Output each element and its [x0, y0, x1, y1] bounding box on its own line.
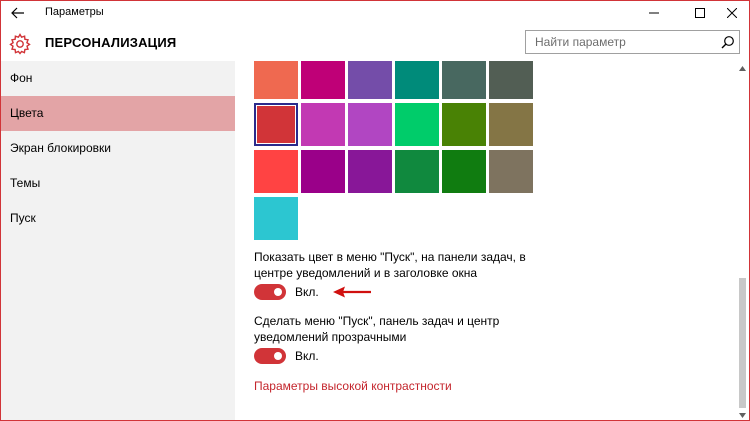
- color-swatch[interactable]: [489, 61, 533, 99]
- transparency-toggle-label: Вкл.: [295, 349, 319, 363]
- color-swatch[interactable]: [254, 197, 298, 240]
- colors-content: Показать цвет в меню "Пуск", на панели з…: [235, 61, 749, 420]
- page-header: ПЕРСОНАЛИЗАЦИЯ: [1, 25, 749, 61]
- page-title: ПЕРСОНАЛИЗАЦИЯ: [45, 35, 177, 50]
- maximize-button[interactable]: [683, 1, 717, 25]
- scroll-down-button[interactable]: [736, 408, 749, 420]
- minimize-icon: [649, 12, 659, 14]
- color-swatch[interactable]: [395, 61, 439, 99]
- color-swatch[interactable]: [301, 150, 345, 193]
- show-color-toggle[interactable]: [254, 284, 286, 300]
- sidebar-item-label: Цвета: [10, 106, 44, 120]
- color-swatch[interactable]: [348, 61, 392, 99]
- gear-icon: [9, 33, 31, 55]
- sidebar-item-lock-screen[interactable]: Экран блокировки: [1, 131, 235, 166]
- sidebar-item-background[interactable]: Фон: [1, 61, 235, 96]
- window-title: Параметры: [45, 6, 104, 18]
- back-arrow-icon: [11, 7, 24, 19]
- color-swatch[interactable]: [254, 61, 298, 99]
- scrollbar-thumb[interactable]: [739, 278, 746, 408]
- sidebar-item-colors[interactable]: Цвета: [1, 96, 235, 131]
- chevron-up-icon: [739, 65, 746, 71]
- sidebar-item-themes[interactable]: Темы: [1, 166, 235, 201]
- search-icon[interactable]: [721, 35, 735, 49]
- close-icon: [727, 8, 737, 18]
- sidebar-item-label: Темы: [10, 176, 41, 190]
- color-swatch[interactable]: [301, 103, 345, 146]
- back-button[interactable]: [1, 1, 35, 25]
- transparency-toggle[interactable]: [254, 348, 286, 364]
- search-input[interactable]: [526, 31, 716, 53]
- transparency-description: Сделать меню "Пуск", панель задач и цент…: [254, 314, 500, 344]
- show-color-toggle-label: Вкл.: [295, 285, 319, 299]
- settings-window: Параметры ПЕРСОНАЛИЗАЦИЯ Найти параметр …: [0, 0, 750, 421]
- scroll-up-button[interactable]: [736, 61, 749, 75]
- color-swatch[interactable]: [395, 150, 439, 193]
- color-swatch[interactable]: [489, 150, 533, 193]
- color-swatch[interactable]: [395, 103, 439, 146]
- color-swatch[interactable]: [301, 61, 345, 99]
- toggle-knob: [274, 352, 282, 360]
- title-bar: Параметры: [1, 1, 749, 25]
- show-color-description: Показать цвет в меню "Пуск", на панели з…: [254, 250, 526, 280]
- chevron-down-icon: [739, 412, 746, 418]
- color-swatch[interactable]: [254, 150, 298, 193]
- color-swatch[interactable]: [348, 150, 392, 193]
- color-swatch[interactable]: [442, 61, 486, 99]
- toggle-knob: [274, 288, 282, 296]
- minimize-button[interactable]: [637, 1, 671, 25]
- color-swatch[interactable]: [489, 103, 533, 146]
- close-button[interactable]: [715, 1, 749, 25]
- color-swatch[interactable]: [442, 150, 486, 193]
- sidebar-item-label: Фон: [10, 71, 33, 85]
- sidebar-item-label: Экран блокировки: [10, 141, 111, 155]
- high-contrast-settings-link[interactable]: Параметры высокой контрастности: [254, 379, 452, 393]
- vertical-scrollbar[interactable]: [736, 61, 749, 420]
- search-box[interactable]: [525, 30, 740, 54]
- sidebar-item-start[interactable]: Пуск: [1, 201, 235, 236]
- sidebar: Фон Цвета Экран блокировки Темы Пуск: [1, 61, 235, 420]
- color-swatch[interactable]: [348, 103, 392, 146]
- maximize-icon: [695, 8, 705, 18]
- red-arrow-annotation: [333, 286, 371, 298]
- color-swatch[interactable]: [442, 103, 486, 146]
- sidebar-item-label: Пуск: [10, 211, 36, 225]
- color-swatch-selected[interactable]: [254, 103, 298, 146]
